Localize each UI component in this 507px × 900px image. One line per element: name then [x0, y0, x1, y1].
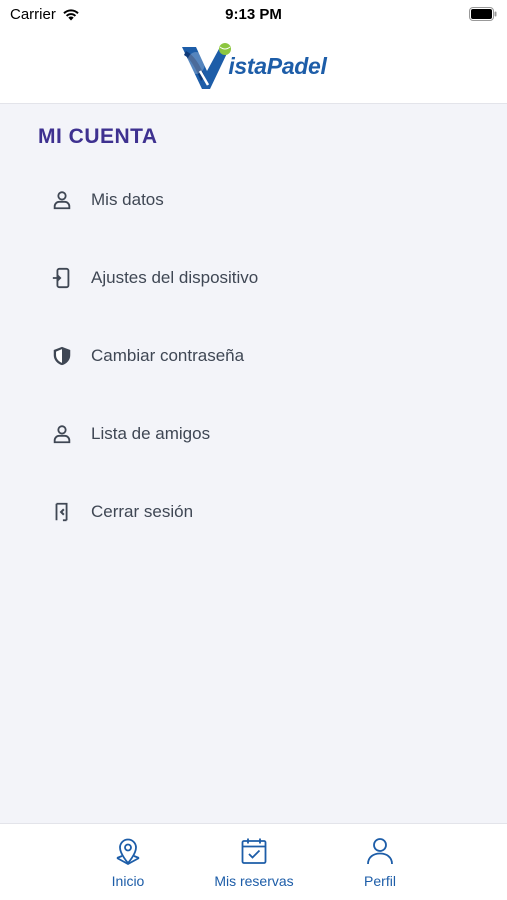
logo-v-racket-icon	[182, 42, 232, 89]
main-content: MI CUENTA Mis datos Ajustes del disposit…	[0, 105, 507, 823]
menu-item-mis-datos[interactable]: Mis datos	[0, 161, 507, 239]
calendar-check-icon	[241, 838, 267, 864]
tab-inicio[interactable]: Inicio	[63, 836, 193, 894]
menu-item-cambiar-contrasena[interactable]: Cambiar contraseña	[0, 317, 507, 395]
status-time: 9:13 PM	[225, 6, 282, 23]
menu-item-cerrar-sesion[interactable]: Cerrar sesión	[0, 473, 507, 551]
friends-icon	[50, 422, 74, 446]
device-settings-icon	[50, 266, 74, 290]
app-screen: Carrier 9:13 PM istaPadel MI CUENTA Mis …	[0, 0, 507, 900]
account-menu: Mis datos Ajustes del dispositivo Cambia…	[0, 161, 507, 551]
vistapadel-logo: istaPadel	[180, 41, 327, 93]
profile-icon	[367, 838, 393, 865]
logo-text: istaPadel	[228, 53, 327, 79]
bottom-tab-bar: Inicio Mis reservas Perfil	[0, 823, 507, 900]
battery-icon	[469, 7, 497, 25]
menu-item-label: Mis datos	[91, 190, 164, 209]
status-bar: Carrier 9:13 PM	[0, 0, 507, 30]
menu-item-label: Ajustes del dispositivo	[91, 268, 259, 287]
tab-perfil[interactable]: Perfil	[315, 836, 445, 894]
person-icon	[50, 188, 74, 212]
logout-icon	[50, 500, 74, 524]
tab-label: Inicio	[111, 873, 145, 889]
menu-item-label: Cerrar sesión	[91, 502, 194, 521]
menu-item-label: Cambiar contraseña	[91, 346, 245, 365]
tab-label: Perfil	[364, 873, 396, 889]
app-header: istaPadel	[0, 30, 507, 104]
tab-mis-reservas[interactable]: Mis reservas	[189, 836, 319, 894]
menu-item-ajustes-dispositivo[interactable]: Ajustes del dispositivo	[0, 239, 507, 317]
tab-label: Mis reservas	[214, 873, 294, 889]
shield-icon	[50, 344, 74, 368]
location-pin-icon	[116, 838, 140, 866]
menu-item-lista-amigos[interactable]: Lista de amigos	[0, 395, 507, 473]
menu-item-label: Lista de amigos	[91, 424, 211, 443]
section-title: MI CUENTA	[38, 125, 158, 148]
